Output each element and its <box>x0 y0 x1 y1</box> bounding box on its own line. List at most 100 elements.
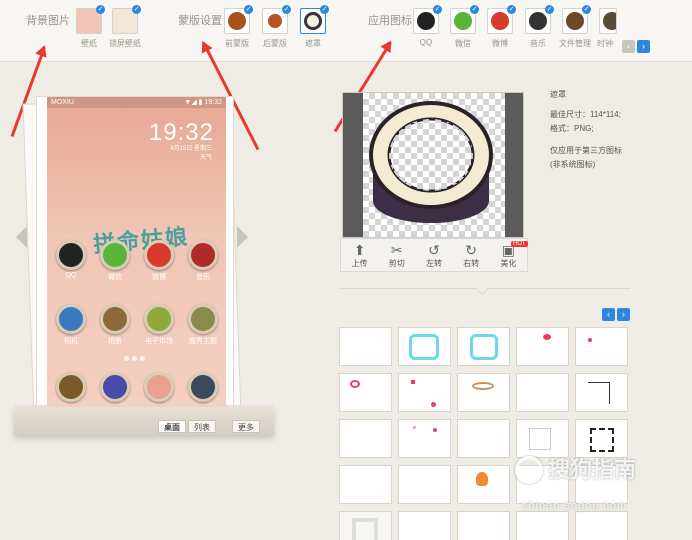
preview-tabs: 桌面 列表 更多 <box>158 420 260 433</box>
info-format: 格式：PNG; <box>550 124 594 133</box>
gallery-icon <box>100 304 130 334</box>
mask-option[interactable] <box>575 327 628 366</box>
mask-option[interactable] <box>339 327 392 366</box>
mask-option[interactable] <box>398 419 451 458</box>
watermark-text: 搜狗指南 <box>548 457 637 482</box>
grid-prev-button[interactable]: ‹ <box>602 308 615 321</box>
mask-option[interactable] <box>457 373 510 412</box>
info-note-sub: (非系统图标) <box>550 160 596 169</box>
mask-option[interactable] <box>398 327 451 366</box>
app-icon-market[interactable]: 电子市场 <box>141 304 177 346</box>
info-note: 仅应用于第三方图标 <box>550 146 622 155</box>
top-next-button[interactable]: › <box>637 40 650 53</box>
mask-option[interactable] <box>575 511 628 540</box>
app-label: 电子市场 <box>145 338 173 345</box>
check-icon: ✓ <box>320 5 329 14</box>
mask-option[interactable] <box>457 511 510 540</box>
mask-option[interactable] <box>575 373 628 412</box>
app-icon-wechat[interactable]: 微信 <box>97 240 133 282</box>
group-title-app-icons: 应用图标 <box>368 15 412 27</box>
app-label: 魔秀主题 <box>189 338 217 345</box>
mask-option[interactable] <box>339 465 392 504</box>
thumb-app-clock[interactable] <box>599 8 617 34</box>
hot-badge: HOT <box>511 241 528 247</box>
dock-app-icon <box>144 372 174 402</box>
thumb-label-overlay: 遮罩 <box>305 39 321 48</box>
mask-option[interactable] <box>516 373 569 412</box>
app-icon-qq[interactable]: QQ <box>53 240 89 279</box>
mask-option[interactable] <box>339 373 392 412</box>
upload-label: 上传 <box>351 258 368 268</box>
thumb-app-file-manager[interactable]: ✓ <box>562 5 591 34</box>
mask-option[interactable] <box>339 511 392 540</box>
crop-icon: ✂ <box>390 241 403 258</box>
group-title-background: 背景图片 <box>26 15 70 27</box>
tab-more[interactable]: 更多 <box>232 420 260 433</box>
check-icon: ✓ <box>132 5 141 14</box>
mask-option[interactable] <box>516 327 569 366</box>
thumb-label-lock-wallpaper: 锁屏壁纸 <box>109 39 141 48</box>
dock-app-icon <box>56 372 86 402</box>
mask-option[interactable] <box>516 511 569 540</box>
teeth-mask-preview <box>369 101 493 223</box>
page-indicator <box>124 356 145 361</box>
mask-option[interactable] <box>398 511 451 540</box>
app-icon-camera[interactable]: 相机 <box>53 304 89 346</box>
camera-icon <box>56 304 86 334</box>
editor-canvas[interactable] <box>363 93 505 237</box>
theme-icon <box>188 304 218 334</box>
info-title: 遮罩 <box>550 90 566 99</box>
thumb-app-music[interactable]: ✓ <box>525 5 554 34</box>
rotate-left-button[interactable]: ↺ 左转 <box>419 242 449 269</box>
grid-next-button[interactable]: › <box>617 308 630 321</box>
lockscreen-clock: 19:32 <box>148 119 214 146</box>
rotate-left-label: 左转 <box>425 258 442 268</box>
info-size: 最佳尺寸：114*114; <box>550 110 621 119</box>
mask-option[interactable] <box>398 373 451 412</box>
check-icon: ✓ <box>545 5 554 14</box>
mask-option[interactable] <box>398 465 451 504</box>
editor-toolbar: ⬆ 上传 ✂ 剪切 ↺ 左转 ↻ 右转 ▣ 美化 <box>340 238 528 272</box>
mask-option[interactable] <box>457 327 510 366</box>
mask-option[interactable] <box>457 419 510 458</box>
app-icon-music[interactable]: 音乐 <box>185 240 221 282</box>
check-icon: ✓ <box>507 5 516 14</box>
app-label: QQ <box>65 272 77 279</box>
status-right: ▼◢ ▮ 19:32 <box>184 99 222 106</box>
clock-weather: 天气 <box>199 155 212 161</box>
thumb-label-clock: 时钟 <box>597 39 613 48</box>
thumb-app-wechat[interactable]: ✓ <box>450 5 479 34</box>
app-label: 微信 <box>108 274 122 281</box>
rotate-right-button[interactable]: ↻ 右转 <box>456 242 486 269</box>
beautify-label: 美化 <box>500 258 517 268</box>
dock-app-4[interactable] <box>185 372 221 402</box>
preview-next-arrow-icon[interactable] <box>237 226 248 248</box>
thumb-overlay[interactable]: ✓ <box>300 5 329 34</box>
thumb-front-mask[interactable]: ✓ <box>224 5 253 34</box>
app-icon-weibo[interactable]: 微博 <box>141 240 177 282</box>
dock-app-3[interactable] <box>141 372 177 402</box>
sogou-logo-icon <box>515 456 543 484</box>
rotate-right-icon: ↻ <box>465 241 478 258</box>
thumb-app-weibo[interactable]: ✓ <box>487 5 516 34</box>
tab-desktop[interactable]: 桌面 <box>158 420 186 433</box>
mask-option[interactable] <box>457 465 510 504</box>
top-prev-button[interactable]: ‹ <box>622 40 635 53</box>
preview-prev-arrow-icon[interactable] <box>16 226 27 248</box>
dock-app-1[interactable] <box>53 372 89 402</box>
thumb-lock-wallpaper[interactable]: ✓ <box>112 5 141 34</box>
app-icon-moxiu-theme[interactable]: 魔秀主题 <box>185 304 221 346</box>
thumb-wallpaper[interactable]: ✓ <box>76 5 105 34</box>
dock-app-2[interactable] <box>97 372 133 402</box>
thumb-back-mask[interactable]: ✓ <box>262 5 291 34</box>
crop-button[interactable]: ✂ 剪切 <box>382 242 412 269</box>
mask-editor <box>342 92 524 238</box>
dock-app-icon <box>100 372 130 402</box>
thumb-app-qq[interactable]: ✓ <box>413 5 442 34</box>
upload-button[interactable]: ⬆ 上传 <box>345 242 375 269</box>
mask-info-panel: 遮罩 最佳尺寸：114*114; 格式：PNG; 仅应用于第三方图标 (非系统图… <box>550 88 622 172</box>
app-icon-gallery[interactable]: 相册 <box>97 304 133 346</box>
mask-option[interactable] <box>339 419 392 458</box>
tab-list[interactable]: 列表 <box>188 420 216 433</box>
check-icon: ✓ <box>582 5 591 14</box>
